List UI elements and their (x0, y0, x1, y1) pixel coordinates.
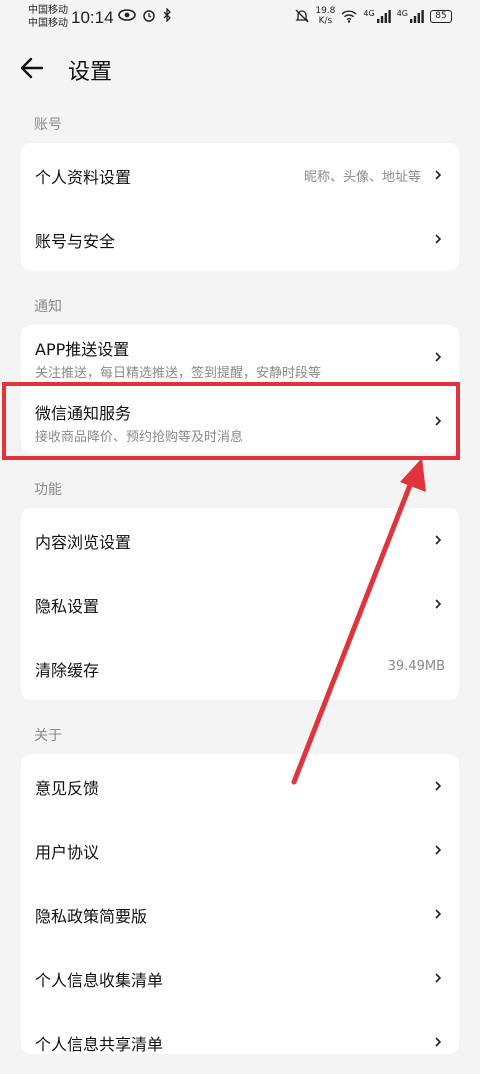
row-label: 隐私设置 (35, 597, 100, 616)
row-label: 个人资料设置 (35, 168, 132, 187)
chevron-right-icon (435, 973, 442, 983)
row-label: 内容浏览设置 (35, 533, 132, 552)
network-type-1: 4G (363, 8, 375, 18)
back-arrow-icon[interactable] (18, 54, 46, 82)
row-privacy-policy-brief[interactable]: 隐私政策简要版 (21, 882, 459, 946)
bluetooth-icon (163, 8, 171, 22)
row-value: 昵称、头像、地址等 (303, 170, 421, 185)
mute-bell-icon (295, 9, 309, 23)
cache-size: 39.49MB (387, 659, 445, 674)
row-profile-settings[interactable]: 个人资料设置 昵称、头像、地址等 (21, 143, 459, 207)
row-feedback[interactable]: 意见反馈 (21, 754, 459, 818)
signal-icon-1 (376, 9, 391, 23)
alarm-icon (143, 10, 155, 22)
wifi-icon (341, 9, 357, 23)
card-function: 内容浏览设置 隐私设置 清除缓存 39.49MB (21, 508, 459, 700)
top-bar: 设置 (0, 46, 480, 90)
card-about: 意见反馈 用户协议 隐私政策简要版 个人信息收集清单 个人信息共享清单 (21, 754, 459, 1054)
row-label: 意见反馈 (35, 779, 100, 798)
carrier-1: 中国移动 (28, 5, 68, 16)
chevron-right-icon (435, 845, 442, 855)
row-clear-cache[interactable]: 清除缓存 39.49MB (21, 636, 459, 700)
section-label-about: 关于 (34, 728, 62, 744)
status-right-icons: 19.8 K/s 4G 4G 85 (295, 6, 452, 26)
chevron-right-icon (435, 535, 442, 545)
speed-unit: K/s (318, 16, 333, 26)
battery-icon: 85 (430, 9, 452, 23)
row-app-push-settings[interactable]: APP推送设置 关注推送，每日精选推送，签到提醒，安静时段等 (21, 325, 459, 389)
section-label-notify: 通知 (34, 299, 62, 315)
network-speed: 19.8 K/s (315, 6, 335, 26)
row-content-browse-settings[interactable]: 内容浏览设置 (21, 508, 459, 572)
section-label-function: 功能 (34, 482, 62, 498)
chevron-right-icon (435, 909, 442, 919)
eye-icon (118, 9, 136, 21)
row-account-security[interactable]: 账号与安全 (21, 207, 459, 271)
section-label-account: 账号 (34, 117, 62, 133)
chevron-right-icon (435, 599, 442, 609)
row-label: 用户协议 (35, 843, 100, 862)
row-label: 个人信息收集清单 (35, 971, 164, 990)
row-personal-info-sharing[interactable]: 个人信息共享清单 (21, 1010, 459, 1074)
status-bar: 中国移动 中国移动 10:14 19.8 K/s 4G 4G 85 (0, 0, 480, 36)
row-privacy-settings[interactable]: 隐私设置 (21, 572, 459, 636)
row-label: 账号与安全 (35, 232, 116, 251)
status-time: 10:14 (71, 8, 114, 27)
row-user-agreement[interactable]: 用户协议 (21, 818, 459, 882)
row-label: 清除缓存 (35, 661, 100, 680)
row-personal-info-collection[interactable]: 个人信息收集清单 (21, 946, 459, 1010)
chevron-right-icon (435, 170, 442, 180)
chevron-right-icon (435, 234, 442, 244)
status-left-icons (118, 8, 172, 22)
signal-icon-2 (410, 9, 424, 23)
row-subtitle: 关注推送，每日精选推送，签到提醒，安静时段等 (35, 366, 322, 381)
row-label: 隐私政策简要版 (35, 907, 148, 926)
carrier-2: 中国移动 (28, 18, 68, 29)
highlight-annotation-box (2, 382, 460, 460)
chevron-right-icon (435, 781, 442, 791)
card-account: 个人资料设置 昵称、头像、地址等 账号与安全 (21, 143, 459, 271)
chevron-right-icon (435, 1037, 442, 1047)
speed-value: 19.8 (315, 6, 336, 16)
chevron-right-icon (435, 352, 442, 362)
row-label: APP推送设置 (35, 340, 130, 359)
battery-level: 85 (435, 11, 447, 21)
carrier-info: 中国移动 中国移动 (28, 4, 68, 30)
network-type-2: 4G (396, 8, 408, 18)
row-label: 个人信息共享清单 (35, 1035, 164, 1054)
page-title: 设置 (68, 60, 113, 85)
